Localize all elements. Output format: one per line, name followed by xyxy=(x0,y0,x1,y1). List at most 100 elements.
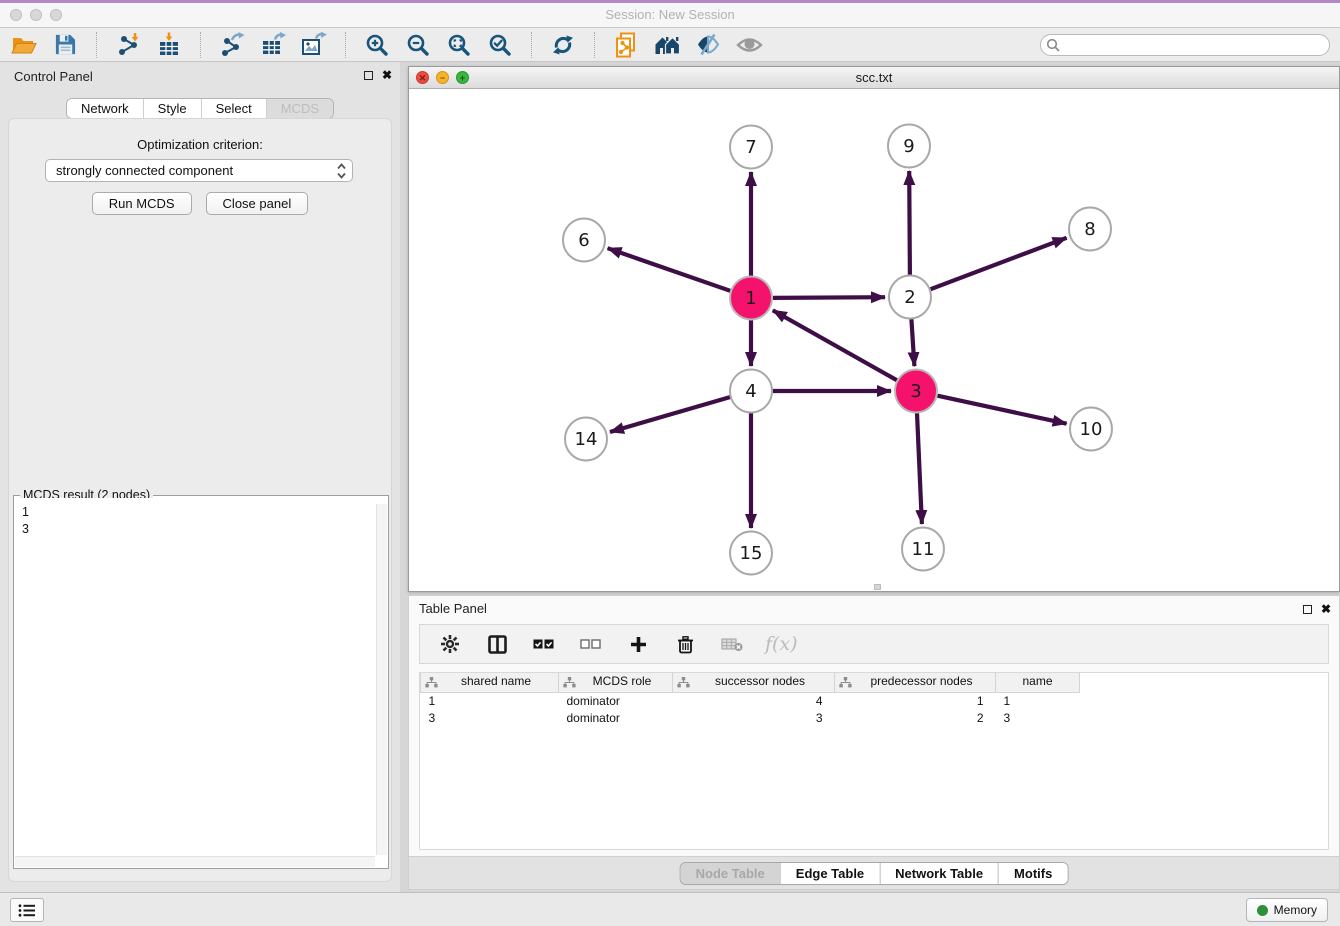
zoom-selected-icon[interactable] xyxy=(486,31,514,59)
edge-2-8[interactable] xyxy=(931,238,1067,289)
export-image-icon[interactable] xyxy=(300,31,328,59)
save-session-icon[interactable] xyxy=(51,31,79,59)
node-14[interactable]: 14 xyxy=(565,418,607,461)
edge-3-10[interactable] xyxy=(938,396,1067,424)
table-cell[interactable]: dominator xyxy=(559,709,673,726)
table-row[interactable]: 1dominator411 xyxy=(421,692,1329,709)
close-panel-icon[interactable]: ✖ xyxy=(382,70,392,81)
tab-node-table[interactable]: Node Table xyxy=(681,863,780,884)
hierarchy-icon xyxy=(425,677,438,688)
first-neighbors-icon[interactable] xyxy=(653,31,681,59)
memory-label: Memory xyxy=(1274,903,1317,917)
control-panel-tabs: Network Style Select MCDS xyxy=(66,98,334,119)
table-cell-filler xyxy=(1080,709,1329,726)
hierarchy-icon xyxy=(677,677,690,688)
add-row-icon[interactable] xyxy=(624,630,652,658)
column-shared-name[interactable]: shared name xyxy=(421,673,559,692)
search-field-wrap xyxy=(1040,34,1330,56)
import-network-icon[interactable] xyxy=(114,31,142,59)
search-input[interactable] xyxy=(1040,34,1330,56)
edge-1-6[interactable] xyxy=(608,248,731,291)
tab-motifs[interactable]: Motifs xyxy=(998,863,1067,884)
tab-mcds[interactable]: MCDS xyxy=(266,99,333,118)
node-3[interactable]: 3 xyxy=(895,370,937,413)
close-table-panel-icon[interactable]: ✖ xyxy=(1321,604,1331,615)
table-cell[interactable]: 1 xyxy=(421,692,559,709)
network-window-titlebar[interactable]: ✕ − + scc.txt xyxy=(409,67,1339,89)
splitter-handle[interactable] xyxy=(874,584,881,590)
export-table-icon[interactable] xyxy=(259,31,287,59)
tab-select[interactable]: Select xyxy=(201,99,266,118)
table-options-icon[interactable] xyxy=(436,630,464,658)
float-table-panel-icon[interactable] xyxy=(1303,605,1312,614)
edge-4-14[interactable] xyxy=(610,397,730,432)
birds-eye-view-icon[interactable] xyxy=(735,31,763,59)
hide-graphics-details-icon[interactable] xyxy=(694,31,722,59)
select-all-icon[interactable] xyxy=(530,630,558,658)
result-vertical-scrollbar[interactable] xyxy=(376,504,387,855)
delete-row-icon[interactable] xyxy=(671,630,699,658)
table-cell[interactable]: 3 xyxy=(673,709,835,726)
task-history-button[interactable] xyxy=(10,898,44,922)
result-horizontal-scrollbar[interactable] xyxy=(15,856,375,867)
network-graph[interactable]: 7 9 6 8 1 2 4 3 14 10 15 11 xyxy=(409,89,1339,591)
import-table-icon[interactable] xyxy=(155,31,183,59)
delete-table-icon[interactable] xyxy=(718,630,746,658)
apply-layout-icon[interactable] xyxy=(549,31,577,59)
node-2[interactable]: 2 xyxy=(889,276,931,319)
table-cell[interactable]: 2 xyxy=(835,709,996,726)
column-mcds-role[interactable]: MCDS role xyxy=(559,673,673,692)
run-mcds-button[interactable]: Run MCDS xyxy=(92,192,192,215)
edge-3-11[interactable] xyxy=(917,413,922,524)
node-8[interactable]: 8 xyxy=(1069,208,1111,251)
close-panel-button[interactable]: Close panel xyxy=(206,192,309,215)
node-15[interactable]: 15 xyxy=(730,532,772,575)
zoom-out-icon[interactable] xyxy=(404,31,432,59)
column-predecessor-nodes[interactable]: predecessor nodes xyxy=(835,673,996,692)
node-10[interactable]: 10 xyxy=(1070,408,1112,451)
zoom-fit-icon[interactable] xyxy=(445,31,473,59)
new-network-from-selection-icon[interactable] xyxy=(612,31,640,59)
edge-2-9[interactable] xyxy=(909,171,910,275)
open-session-icon[interactable] xyxy=(10,31,38,59)
unselect-all-icon[interactable] xyxy=(577,630,605,658)
list-icon xyxy=(18,903,36,918)
node-table: shared name MCDS role successor nodes pr… xyxy=(419,672,1329,850)
memory-button[interactable]: Memory xyxy=(1246,898,1328,922)
export-network-icon[interactable] xyxy=(218,31,246,59)
table-cell[interactable]: 3 xyxy=(421,709,559,726)
float-panel-icon[interactable] xyxy=(364,71,373,80)
node-6[interactable]: 6 xyxy=(563,219,605,262)
table-panel: Table Panel ✖ xyxy=(408,595,1340,890)
table-cell[interactable]: 3 xyxy=(996,709,1080,726)
tab-edge-table[interactable]: Edge Table xyxy=(780,863,879,884)
node-11[interactable]: 11 xyxy=(902,528,944,571)
show-columns-icon[interactable] xyxy=(483,630,511,658)
table-cell[interactable]: 1 xyxy=(996,692,1080,709)
network-close-button[interactable]: ✕ xyxy=(416,71,429,84)
table-cell[interactable]: 4 xyxy=(673,692,835,709)
table-row[interactable]: 3dominator323 xyxy=(421,709,1329,726)
network-canvas[interactable]: 7 9 6 8 1 2 4 3 14 10 15 11 xyxy=(409,89,1339,591)
column-name[interactable]: name xyxy=(996,673,1080,692)
node-9[interactable]: 9 xyxy=(888,125,930,168)
edge-3-1[interactable] xyxy=(773,310,897,380)
table-cell[interactable]: dominator xyxy=(559,692,673,709)
network-window: ✕ − + scc.txt 7 9 6 8 1 2 4 3 14 10 15 11 xyxy=(408,66,1340,592)
edge-2-3[interactable] xyxy=(911,319,914,366)
network-maximize-button[interactable]: + xyxy=(456,71,469,84)
edge-1-2[interactable] xyxy=(773,297,885,298)
apply-function-icon[interactable]: f(x) xyxy=(765,633,798,655)
tab-style[interactable]: Style xyxy=(143,99,201,118)
column-successor-nodes[interactable]: successor nodes xyxy=(673,673,835,692)
node-4[interactable]: 4 xyxy=(730,370,772,413)
search-icon xyxy=(1046,38,1060,57)
optimization-criterion-select[interactable]: strongly connected component xyxy=(45,159,353,182)
node-1[interactable]: 1 xyxy=(730,277,772,320)
tab-network[interactable]: Network xyxy=(67,99,143,118)
tab-network-table[interactable]: Network Table xyxy=(879,863,998,884)
network-minimize-button[interactable]: − xyxy=(436,71,449,84)
node-7[interactable]: 7 xyxy=(730,126,772,169)
table-cell[interactable]: 1 xyxy=(835,692,996,709)
zoom-in-icon[interactable] xyxy=(363,31,391,59)
